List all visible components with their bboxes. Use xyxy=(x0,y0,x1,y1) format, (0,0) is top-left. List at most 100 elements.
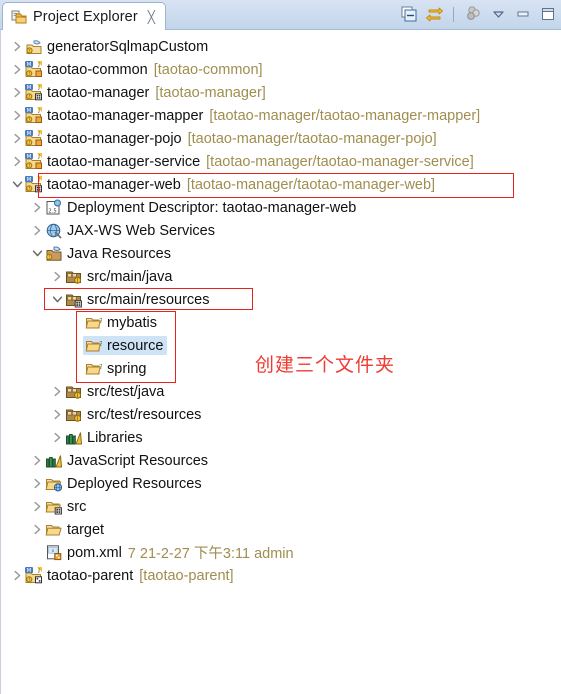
collapse-all-icon[interactable] xyxy=(400,5,418,23)
tree-row[interactable]: Jsrc/main/java xyxy=(1,265,561,288)
collapse-arrow-icon[interactable] xyxy=(9,35,25,58)
folder-web-icon xyxy=(45,498,62,515)
tree-item[interactable]: x pom.xml 7 21-2-27 下午3:11 admin xyxy=(45,542,294,563)
tree-item-label: JAX-WS Web Services xyxy=(67,222,215,239)
tree-row[interactable]: x pom.xml 7 21-2-27 下午3:11 admin xyxy=(1,541,561,564)
maximize-icon[interactable] xyxy=(539,5,557,23)
expand-arrow-icon[interactable] xyxy=(29,242,45,265)
collapse-arrow-icon[interactable] xyxy=(29,196,45,219)
tree-item-label: src/test/resources xyxy=(87,406,202,423)
tree-item-label: taotao-manager-mapper xyxy=(47,107,204,124)
collapse-arrow-icon[interactable] xyxy=(49,426,65,449)
svg-text:2.5: 2.5 xyxy=(48,209,56,215)
tree-item[interactable]: target xyxy=(45,521,104,538)
tree-row[interactable]: M J! taotao-common [taotao-common] xyxy=(1,58,561,81)
tree-item[interactable]: ! generatorSqlmapCustom xyxy=(25,38,208,55)
collapse-arrow-icon[interactable] xyxy=(29,219,45,242)
tree-item[interactable]: Jsrc/test/resources xyxy=(65,406,201,423)
tree-row[interactable]: Jsrc/test/resources xyxy=(1,403,561,426)
tree-item[interactable]: M J! taotao-manager-service [taotao-manager… xyxy=(25,153,474,170)
folder-question-icon: ? xyxy=(85,314,102,331)
collapse-arrow-icon[interactable] xyxy=(29,495,45,518)
tree-item[interactable]: Libraries xyxy=(65,429,143,446)
tree-row[interactable]: ? mybatis xyxy=(1,311,561,334)
tree-item[interactable]: M J! taotao-manager-web [taotao-manager/tao… xyxy=(25,176,435,193)
tree-item[interactable]: Deployed Resources xyxy=(45,475,202,492)
tree-item[interactable]: M J! taotao-manager [taotao-manager] xyxy=(25,84,266,101)
tree-item-label: target xyxy=(67,521,105,538)
tree-row[interactable]: M J! taotao-parent [taotao-parent] xyxy=(1,564,561,587)
tree-item[interactable]: 2.5 Deployment Descriptor: taotao-manager… xyxy=(45,199,356,216)
svg-text:?: ? xyxy=(99,363,102,371)
link-with-editor-icon[interactable] xyxy=(425,5,443,23)
collapse-arrow-icon[interactable] xyxy=(29,518,45,541)
svg-text:?: ? xyxy=(99,340,102,348)
tree-item[interactable]: M J! taotao-parent [taotao-parent] xyxy=(25,567,234,584)
tree-item[interactable]: src xyxy=(45,498,86,515)
tree-row[interactable]: src/main/resources xyxy=(1,288,561,311)
svg-text:M: M xyxy=(27,177,32,183)
minimize-icon[interactable] xyxy=(514,5,532,23)
collapse-arrow-icon[interactable] xyxy=(9,104,25,127)
tab-project-explorer[interactable]: Project Explorer ╳ xyxy=(2,2,166,31)
tree-row[interactable]: Jsrc/test/java xyxy=(1,380,561,403)
tree-row[interactable]: M J! taotao-manager-web [taotao-manager/tao… xyxy=(1,173,561,196)
tree-item[interactable]: JavaScript Resources xyxy=(45,452,208,469)
tree-item-meta: [taotao-common] xyxy=(153,61,263,78)
tree-row[interactable]: M J! taotao-manager-pojo [taotao-manager/ta… xyxy=(1,127,561,150)
tree-row[interactable]: JavaScript Resources xyxy=(1,449,561,472)
tree-item[interactable]: ! Java Resources xyxy=(45,245,171,262)
source-folder-icon: J xyxy=(65,383,82,400)
expand-arrow-icon[interactable] xyxy=(9,173,25,196)
tree-item-meta: [taotao-manager/taotao-manager-pojo] xyxy=(187,130,437,147)
tree-item[interactable]: Jsrc/main/java xyxy=(65,268,172,285)
collapse-arrow-icon[interactable] xyxy=(49,380,65,403)
tree-row[interactable]: Deployed Resources xyxy=(1,472,561,495)
tree-row[interactable]: target xyxy=(1,518,561,541)
tree-item[interactable]: ? spring xyxy=(85,360,147,377)
tree-row[interactable]: M J! taotao-manager-mapper [taotao-manager/… xyxy=(1,104,561,127)
twisty-placeholder xyxy=(29,541,45,564)
collapse-arrow-icon[interactable] xyxy=(9,58,25,81)
tree-row[interactable]: JAX-WS Web Services xyxy=(1,219,561,242)
tree-row[interactable]: ! generatorSqlmapCustom xyxy=(1,35,561,58)
tree-item[interactable]: src/main/resources xyxy=(65,291,209,308)
svg-text:!: ! xyxy=(28,71,30,77)
tree-row[interactable]: 2.5 Deployment Descriptor: taotao-manager… xyxy=(1,196,561,219)
svg-text:M: M xyxy=(27,568,32,574)
collapse-arrow-icon[interactable] xyxy=(49,403,65,426)
collapse-arrow-icon[interactable] xyxy=(29,472,45,495)
tree-row[interactable]: ! Java Resources xyxy=(1,242,561,265)
collapse-arrow-icon[interactable] xyxy=(9,127,25,150)
collapse-arrow-icon[interactable] xyxy=(9,81,25,104)
tree-item-selected[interactable]: ? resource xyxy=(83,336,168,355)
tree-row[interactable]: M J! taotao-manager [taotao-manager] xyxy=(1,81,561,104)
tree-item-label: taotao-manager xyxy=(47,84,150,101)
expand-arrow-icon[interactable] xyxy=(49,288,65,311)
svg-text:J: J xyxy=(76,278,78,284)
collapse-arrow-icon[interactable] xyxy=(29,449,45,472)
view-menu-filter-icon[interactable] xyxy=(464,5,482,23)
collapse-arrow-icon[interactable] xyxy=(9,150,25,173)
collapse-arrow-icon[interactable] xyxy=(49,265,65,288)
chevron-down-icon[interactable] xyxy=(489,5,507,23)
tree-row[interactable]: Libraries xyxy=(1,426,561,449)
tree-row[interactable]: src xyxy=(1,495,561,518)
collapse-arrow-icon[interactable] xyxy=(9,564,25,587)
tree-item[interactable]: M J! taotao-common [taotao-common] xyxy=(25,61,263,78)
twisty-placeholder xyxy=(69,311,85,334)
tree-item[interactable]: M J! taotao-manager-pojo [taotao-manager/ta… xyxy=(25,130,437,147)
tree-item[interactable]: ? mybatis xyxy=(85,314,157,331)
close-icon[interactable]: ╳ xyxy=(148,11,155,23)
tree-item[interactable]: Jsrc/test/java xyxy=(65,383,164,400)
tree-item[interactable]: M J! taotao-manager-mapper [taotao-manager/… xyxy=(25,107,480,124)
tree-row[interactable]: M J! taotao-manager-service [taotao-manager… xyxy=(1,150,561,173)
tree-item[interactable]: JAX-WS Web Services xyxy=(45,222,215,239)
tree-item-label: src/main/java xyxy=(87,268,173,285)
svg-text:!: ! xyxy=(28,140,30,146)
tree-item-label: src xyxy=(67,498,87,515)
folder-question-icon: ? xyxy=(85,337,102,354)
svg-text:!: ! xyxy=(28,117,30,123)
svg-text:J: J xyxy=(37,568,40,574)
tree-item-label: Deployed Resources xyxy=(67,475,202,492)
